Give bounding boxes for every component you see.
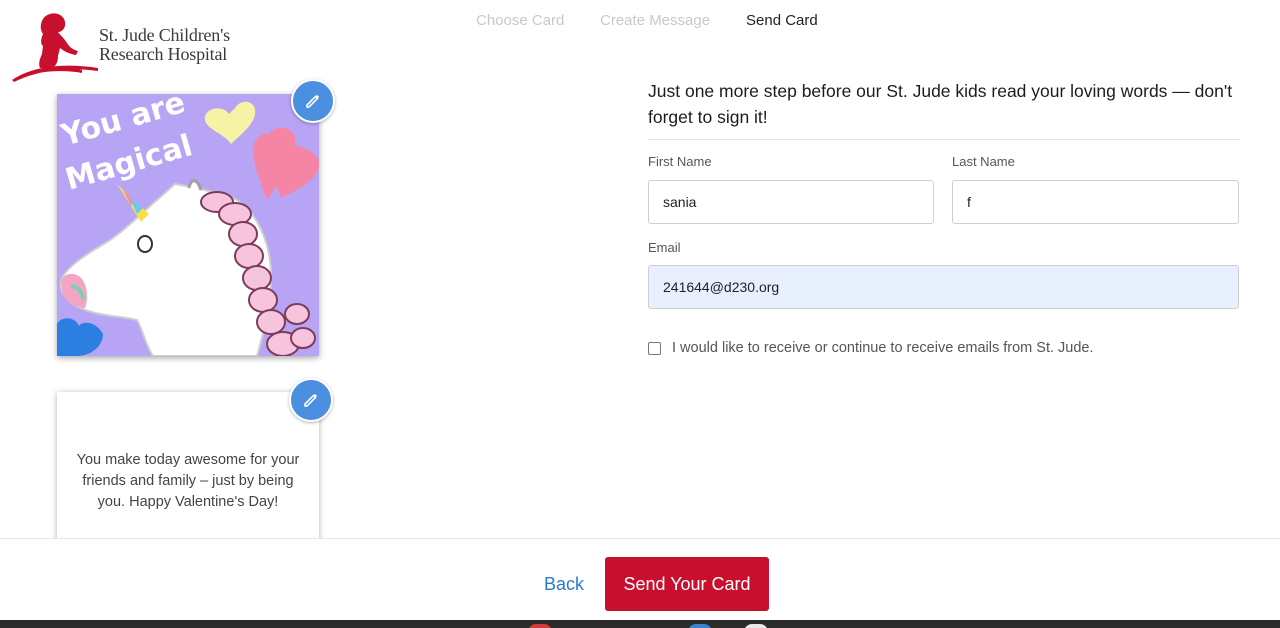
os-taskbar: [0, 620, 1280, 628]
edit-card-message-button[interactable]: [289, 378, 333, 422]
step-choose-card[interactable]: Choose Card: [476, 12, 564, 29]
send-card-button[interactable]: Send Your Card: [605, 557, 769, 611]
email-field[interactable]: 241644@d230.org: [648, 265, 1239, 309]
progress-steps: Choose Card Create Message Send Card: [0, 12, 1280, 32]
taskbar-app-icon[interactable]: [744, 624, 768, 628]
step-create-message[interactable]: Create Message: [600, 12, 710, 29]
email-consent[interactable]: I would like to receive or continue to r…: [648, 340, 1094, 356]
send-card-page: St. Jude Children's Research Hospital Ch…: [0, 0, 1280, 628]
last-name-label: Last Name: [952, 154, 1015, 169]
signature-form: Just one more step before our St. Jude k…: [648, 78, 1240, 140]
edit-card-front-button[interactable]: [291, 79, 335, 123]
first-name-field[interactable]: sania: [648, 180, 934, 224]
last-name-field[interactable]: f: [952, 180, 1239, 224]
taskbar-app-icon[interactable]: [688, 624, 712, 628]
card-message-preview: You make today awesome for your friends …: [57, 392, 319, 552]
step-send-card[interactable]: Send Card: [746, 12, 818, 29]
taskbar-app-icon[interactable]: [528, 624, 552, 628]
back-button[interactable]: Back: [544, 574, 584, 595]
logo-line-2: Research Hospital: [99, 44, 228, 64]
first-name-label: First Name: [648, 154, 712, 169]
consent-label: I would like to receive or continue to r…: [672, 340, 1094, 356]
pencil-icon: [304, 393, 318, 407]
footer-actions: Back Send Your Card: [0, 538, 1280, 620]
form-intro: Just one more step before our St. Jude k…: [648, 78, 1240, 140]
email-label: Email: [648, 240, 681, 255]
pencil-icon: [306, 94, 320, 108]
card-front-image: You are Magical: [57, 94, 319, 356]
unicorn-illustration: You are Magical: [57, 94, 319, 356]
consent-checkbox[interactable]: [648, 341, 661, 355]
card-message-text: You make today awesome for your friends …: [76, 452, 300, 510]
